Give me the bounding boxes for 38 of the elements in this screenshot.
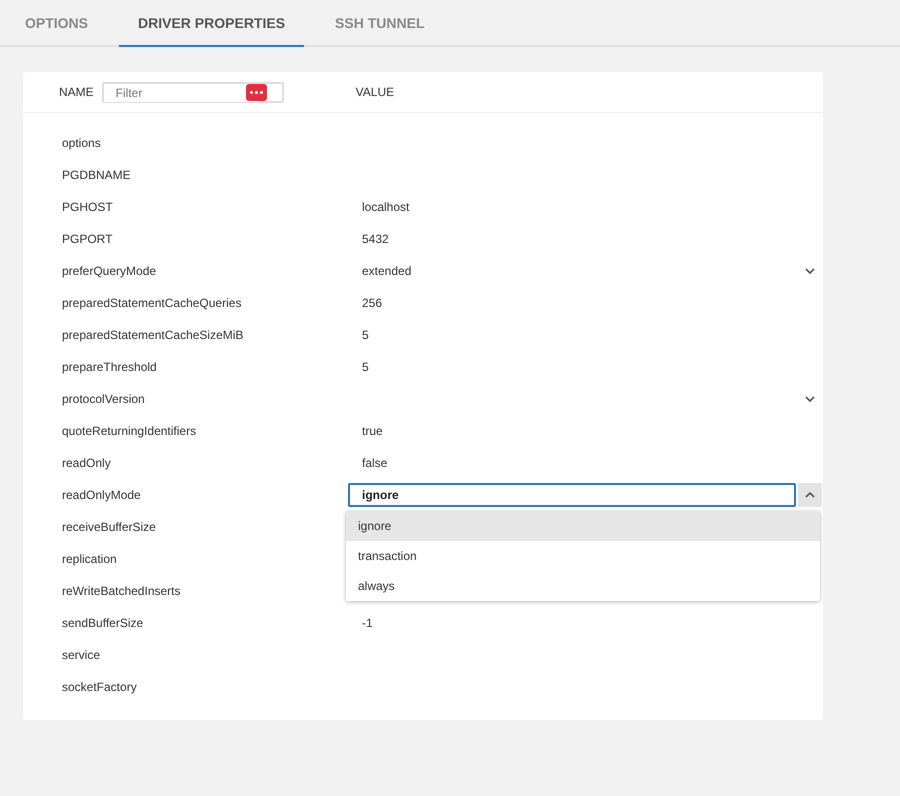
menu-option[interactable]: always bbox=[346, 571, 820, 601]
property-name: preparedStatementCacheSizeMiB bbox=[62, 328, 244, 342]
property-name: readOnlyMode bbox=[62, 488, 142, 502]
chevron-down-icon bbox=[805, 268, 815, 274]
chevron-up-icon bbox=[805, 492, 815, 498]
property-name: readOnly bbox=[62, 456, 112, 470]
property-value: 5 bbox=[362, 360, 369, 374]
property-name: reWriteBatchedInserts bbox=[62, 584, 182, 598]
property-value: 5 bbox=[362, 328, 369, 342]
property-name: PGPORT bbox=[62, 232, 114, 246]
property-name: protocolVersion bbox=[62, 392, 146, 406]
property-value: 256 bbox=[362, 296, 382, 310]
menu-option[interactable]: ignore bbox=[346, 511, 820, 541]
chevron-down-icon bbox=[805, 396, 815, 402]
property-name: service bbox=[62, 648, 102, 662]
column-header: NAME bbox=[59, 85, 94, 99]
property-name: quoteReturningIdentifiers bbox=[62, 424, 198, 438]
property-name: sendBufferSize bbox=[62, 616, 144, 630]
column-header: VALUE bbox=[356, 85, 394, 99]
property-name: preparedStatementCacheQueries bbox=[62, 296, 242, 310]
more-icon[interactable] bbox=[246, 84, 267, 100]
property-name: PGDBNAME bbox=[62, 168, 132, 182]
property-value: false bbox=[362, 456, 388, 470]
tab[interactable]: DRIVER PROPERTIES bbox=[119, 0, 304, 47]
property-name: prepareThreshold bbox=[62, 360, 158, 374]
property-value: -1 bbox=[362, 616, 373, 630]
property-name: options bbox=[62, 136, 102, 150]
property-name: socketFactory bbox=[62, 680, 138, 694]
collapse-button[interactable] bbox=[798, 483, 822, 507]
value-dropdown[interactable]: extended bbox=[362, 255, 815, 287]
property-name: preferQueryMode bbox=[62, 264, 158, 278]
filter-field[interactable]: Filter bbox=[102, 82, 284, 102]
property-value: localhost bbox=[362, 200, 410, 214]
property-value: 5432 bbox=[362, 232, 389, 246]
value-field[interactable]: ignore bbox=[348, 483, 796, 507]
property-value: true bbox=[362, 424, 383, 438]
menu-option[interactable]: transaction bbox=[346, 541, 820, 571]
property-name: PGHOST bbox=[62, 200, 114, 214]
